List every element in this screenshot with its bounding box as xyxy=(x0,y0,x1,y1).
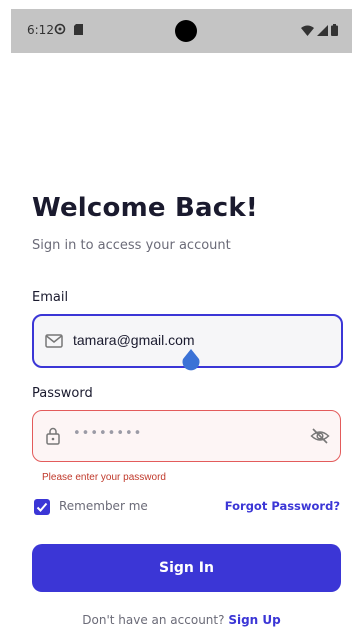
forgot-password-link[interactable]: Forgot Password? xyxy=(225,499,340,513)
email-value: tamara@gmail.com xyxy=(73,332,195,348)
eye-off-icon[interactable] xyxy=(310,426,330,446)
remember-me-checkbox[interactable] xyxy=(34,499,50,515)
login-screen: 6:12 Welcome Back! Sign in to access you… xyxy=(11,9,352,628)
text-cursor-handle[interactable] xyxy=(182,349,200,371)
battery-icon xyxy=(331,24,338,36)
mail-icon xyxy=(45,334,63,348)
lock-icon xyxy=(46,427,60,445)
remember-me-label: Remember me xyxy=(59,499,148,513)
signup-prompt: Don't have an account? xyxy=(82,613,225,627)
gear-icon xyxy=(54,23,66,35)
email-label: Email xyxy=(32,290,69,305)
page-subtitle: Sign in to access your account xyxy=(32,238,231,253)
status-time: 6:12 xyxy=(27,23,54,37)
page-title: Welcome Back! xyxy=(32,193,258,223)
wifi-icon xyxy=(301,25,314,36)
camera-cutout xyxy=(175,20,197,42)
password-error: Please enter your password xyxy=(42,472,166,483)
sd-card-icon xyxy=(74,24,83,35)
signal-icon xyxy=(317,24,328,36)
status-icons xyxy=(301,23,338,37)
status-bar: 6:12 xyxy=(11,9,352,53)
sign-up-link[interactable]: Sign Up xyxy=(228,613,280,627)
password-placeholder: •••••••• xyxy=(73,426,143,441)
signup-row: Don't have an account? Sign Up xyxy=(11,613,352,627)
sign-in-button[interactable]: Sign In xyxy=(32,544,341,592)
check-icon xyxy=(36,502,48,512)
password-label: Password xyxy=(32,386,93,401)
password-field[interactable]: •••••••• xyxy=(32,410,341,462)
